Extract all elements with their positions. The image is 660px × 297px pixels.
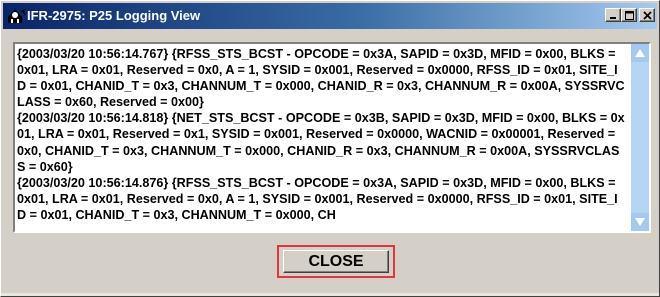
- log-entry: {2003/03/20 10:56:14.818} {NET_STS_BCST …: [17, 111, 625, 174]
- app-sun-icon[interactable]: [7, 7, 27, 25]
- scroll-down-arrow-icon: [635, 218, 645, 226]
- logging-window: IFR-2975: P25 Logging View {2003/03/20 1…: [0, 0, 660, 297]
- close-button-highlight: CLOSE: [277, 245, 395, 278]
- title-bar[interactable]: IFR-2975: P25 Logging View: [3, 3, 657, 29]
- bottom-divider: [1, 293, 659, 296]
- scroll-down-button[interactable]: [631, 213, 649, 231]
- log-text-area[interactable]: {2003/03/20 10:56:14.767} {RFSS_STS_BCST…: [13, 42, 651, 233]
- scroll-track[interactable]: [631, 62, 649, 213]
- window-title: IFR-2975: P25 Logging View: [27, 8, 201, 23]
- scroll-up-arrow-icon: [635, 49, 645, 57]
- vertical-scrollbar[interactable]: [631, 44, 649, 231]
- log-entry: {2003/03/20 10:56:14.876} {RFSS_STS_BCST…: [17, 175, 618, 222]
- close-button[interactable]: CLOSE: [283, 250, 389, 273]
- minimize-button[interactable]: [605, 8, 621, 22]
- scroll-up-button[interactable]: [631, 44, 649, 62]
- log-content[interactable]: {2003/03/20 10:56:14.767} {RFSS_STS_BCST…: [17, 46, 625, 229]
- close-window-button[interactable]: [639, 8, 655, 22]
- close-icon: [643, 11, 652, 20]
- log-entry: {2003/03/20 10:56:14.767} {RFSS_STS_BCST…: [17, 47, 625, 110]
- minimize-icon: [610, 17, 616, 19]
- maximize-button[interactable]: [621, 8, 637, 22]
- maximize-icon: [625, 11, 634, 20]
